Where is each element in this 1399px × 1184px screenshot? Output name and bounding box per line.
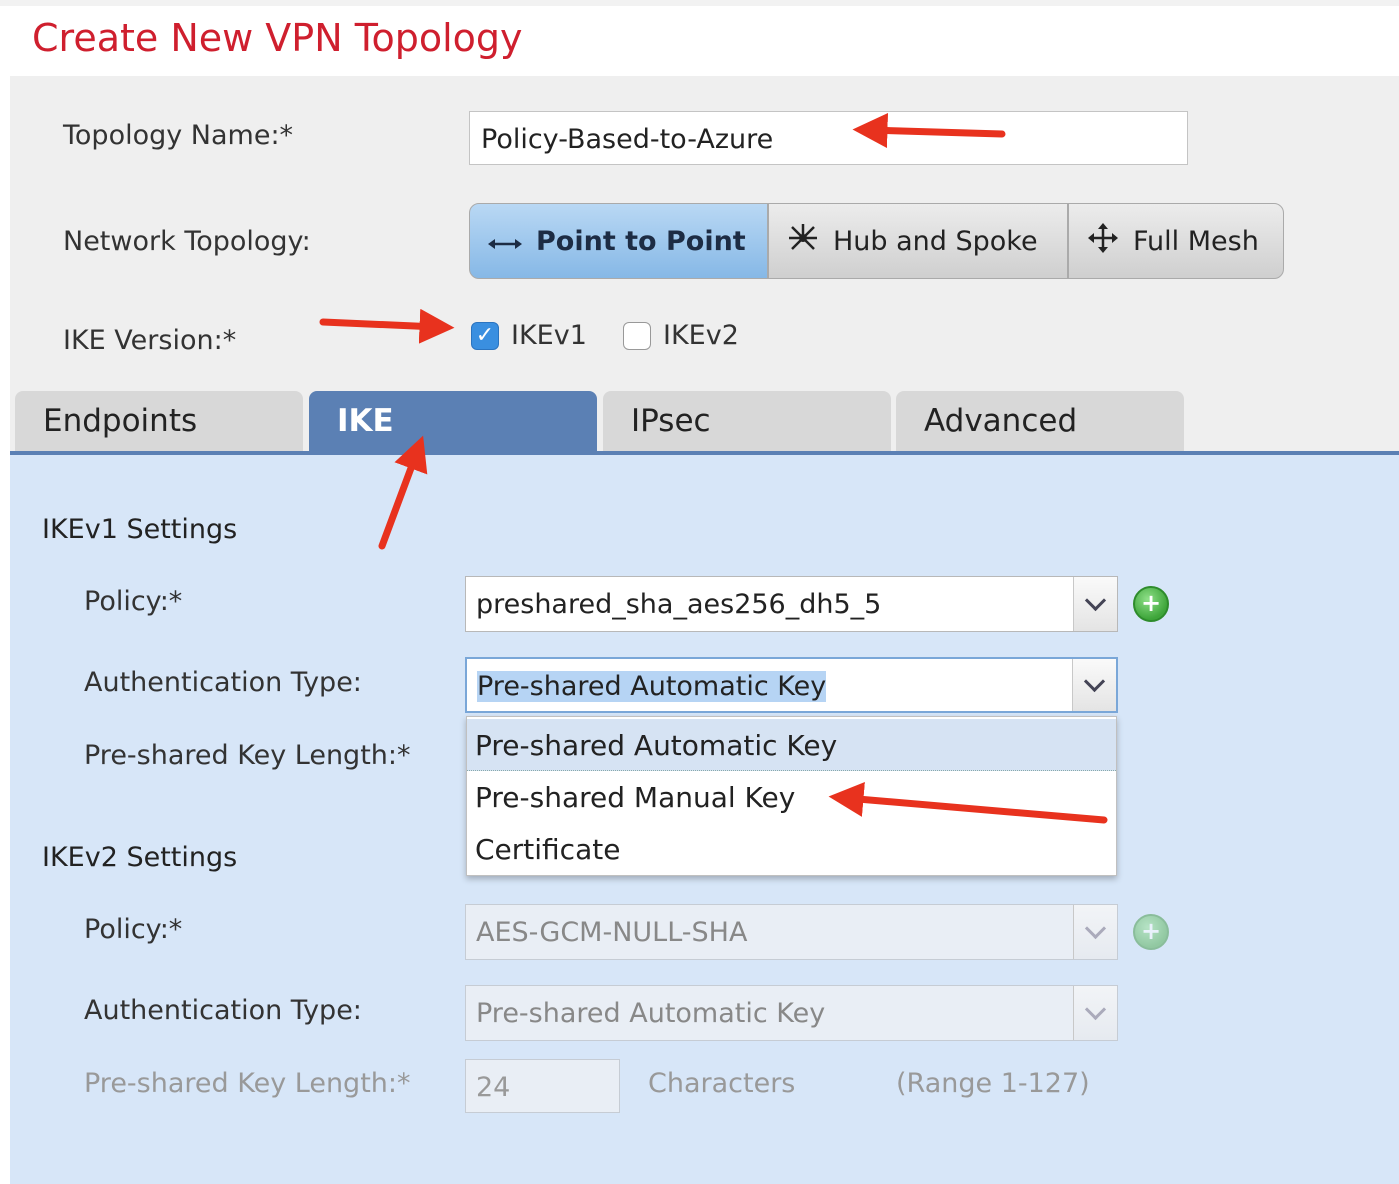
range-hint: (Range 1-127) [896, 1068, 1090, 1099]
page-title: Create New VPN Topology [32, 16, 523, 60]
hub-and-spoke-button[interactable]: Hub and Spoke [768, 203, 1068, 279]
ikev2-label: IKEv2 [663, 320, 739, 351]
point-to-point-label: Point to Point [536, 225, 746, 257]
tab-advanced[interactable]: Advanced [896, 391, 1184, 453]
auth-type-dropdown-list: Pre-shared Automatic Key Pre-shared Manu… [466, 716, 1117, 876]
ikev1-policy-label: Policy:* [84, 586, 183, 617]
ikev1-checkbox[interactable]: ✓ [471, 322, 499, 350]
ikev2-psk-length-label: Pre-shared Key Length:* [84, 1068, 411, 1099]
ikev1-psk-length-label: Pre-shared Key Length:* [84, 740, 411, 771]
ikev2-checkbox[interactable] [623, 322, 651, 350]
ikev1-policy-select[interactable]: preshared_sha_aes256_dh5_5 [465, 576, 1118, 632]
topology-name-input[interactable]: Policy-Based-to-Azure [469, 111, 1188, 165]
checkmark-icon: ✓ [475, 323, 495, 348]
ikev2-policy-select[interactable]: AES-GCM-NULL-SHA [465, 904, 1118, 960]
chevron-down-icon[interactable] [1073, 986, 1117, 1040]
topology-name-label: Topology Name:* [63, 120, 294, 151]
dropdown-option-automatic-key[interactable]: Pre-shared Automatic Key [467, 719, 1116, 771]
ikev2-auth-type-label: Authentication Type: [84, 995, 362, 1026]
plus-circle-icon[interactable]: + [1133, 914, 1169, 950]
tab-ike[interactable]: IKE [309, 391, 597, 453]
ikev1-label: IKEv1 [511, 320, 587, 351]
ikev2-section-title: IKEv2 Settings [42, 842, 238, 873]
top-strip [0, 0, 1399, 6]
chevron-down-icon[interactable] [1072, 659, 1116, 711]
ikev1-section-title: IKEv1 Settings [42, 514, 238, 545]
dropdown-option-certificate[interactable]: Certificate [467, 823, 1116, 875]
chevron-down-icon[interactable] [1073, 577, 1117, 631]
ike-version-label: IKE Version:* [63, 325, 237, 356]
plus-circle-icon[interactable]: + [1133, 586, 1169, 622]
ikev2-auth-type-value: Pre-shared Automatic Key [476, 998, 826, 1029]
ikev1-auth-type-value: Pre-shared Automatic Key [477, 671, 827, 702]
ikev1-auth-type-select[interactable]: Pre-shared Automatic Key [465, 657, 1118, 713]
two-way-arrow-icon [488, 225, 522, 258]
ikev2-psk-length-input[interactable]: 24 [465, 1059, 620, 1113]
tab-endpoints[interactable]: Endpoints [15, 391, 303, 453]
hub-and-spoke-label: Hub and Spoke [833, 225, 1038, 257]
ikev1-auth-type-label: Authentication Type: [84, 667, 362, 698]
ikev2-auth-type-select[interactable]: Pre-shared Automatic Key [465, 985, 1118, 1041]
mesh-icon [1087, 222, 1119, 261]
ikev2-policy-label: Policy:* [84, 914, 183, 945]
hub-spoke-icon [787, 222, 819, 261]
chevron-down-icon[interactable] [1073, 905, 1117, 959]
dropdown-option-manual-key[interactable]: Pre-shared Manual Key [467, 771, 1116, 823]
full-mesh-button[interactable]: Full Mesh [1068, 203, 1284, 279]
full-mesh-label: Full Mesh [1133, 225, 1259, 257]
point-to-point-button[interactable]: Point to Point [469, 203, 768, 279]
ikev1-policy-value: preshared_sha_aes256_dh5_5 [476, 589, 882, 620]
characters-label: Characters [648, 1068, 796, 1099]
tab-ipsec[interactable]: IPsec [603, 391, 891, 453]
ikev2-policy-value: AES-GCM-NULL-SHA [476, 917, 748, 948]
network-topology-label: Network Topology: [63, 226, 311, 257]
